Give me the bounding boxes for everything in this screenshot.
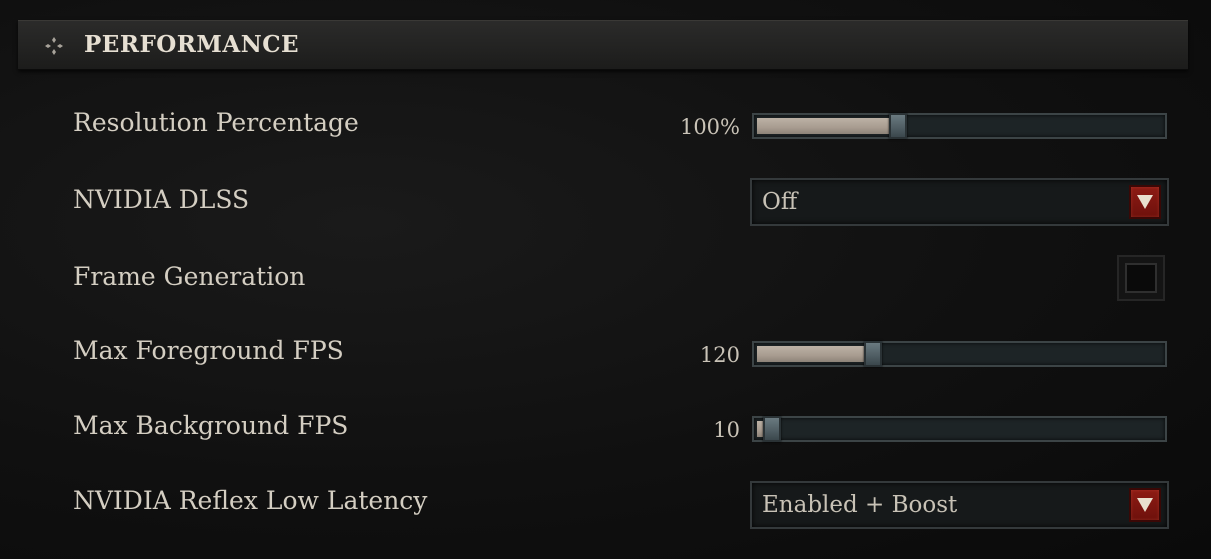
max-background-fps-value: 10 bbox=[713, 418, 740, 442]
slider-thumb[interactable] bbox=[763, 416, 781, 442]
checkbox-box bbox=[1125, 263, 1157, 293]
nvidia-dlss-label: NVIDIA DLSS bbox=[73, 185, 250, 214]
performance-settings-panel: PERFORMANCE Resolution Percentage 100% N… bbox=[0, 0, 1211, 559]
slider-thumb[interactable] bbox=[864, 341, 882, 367]
slider-fill bbox=[757, 118, 891, 134]
section-header: PERFORMANCE bbox=[18, 20, 1188, 70]
frame-generation-checkbox[interactable] bbox=[1117, 255, 1165, 301]
slider-thumb[interactable] bbox=[889, 113, 907, 139]
dropdown-arrow-icon[interactable] bbox=[1129, 488, 1161, 522]
max-foreground-fps-label: Max Foreground FPS bbox=[73, 336, 344, 365]
nvidia-dlss-selected-value: Off bbox=[762, 189, 798, 215]
resolution-percentage-value: 100% bbox=[679, 115, 740, 139]
frame-generation-label: Frame Generation bbox=[73, 262, 306, 291]
nvidia-reflex-label: NVIDIA Reflex Low Latency bbox=[73, 486, 428, 515]
resolution-percentage-slider[interactable] bbox=[752, 113, 1167, 139]
dropdown-arrow-icon[interactable] bbox=[1129, 185, 1161, 219]
resolution-percentage-label: Resolution Percentage bbox=[73, 108, 359, 137]
nvidia-reflex-dropdown[interactable]: Enabled + Boost bbox=[750, 481, 1169, 529]
nvidia-reflex-selected-value: Enabled + Boost bbox=[762, 492, 958, 518]
diamond-dots-icon bbox=[44, 36, 64, 56]
slider-fill bbox=[757, 346, 866, 362]
max-background-fps-slider[interactable] bbox=[752, 416, 1167, 442]
nvidia-dlss-dropdown[interactable]: Off bbox=[750, 178, 1169, 226]
section-title: PERFORMANCE bbox=[84, 31, 300, 58]
max-foreground-fps-value: 120 bbox=[699, 343, 740, 367]
max-background-fps-label: Max Background FPS bbox=[73, 411, 349, 440]
max-foreground-fps-slider[interactable] bbox=[752, 341, 1167, 367]
